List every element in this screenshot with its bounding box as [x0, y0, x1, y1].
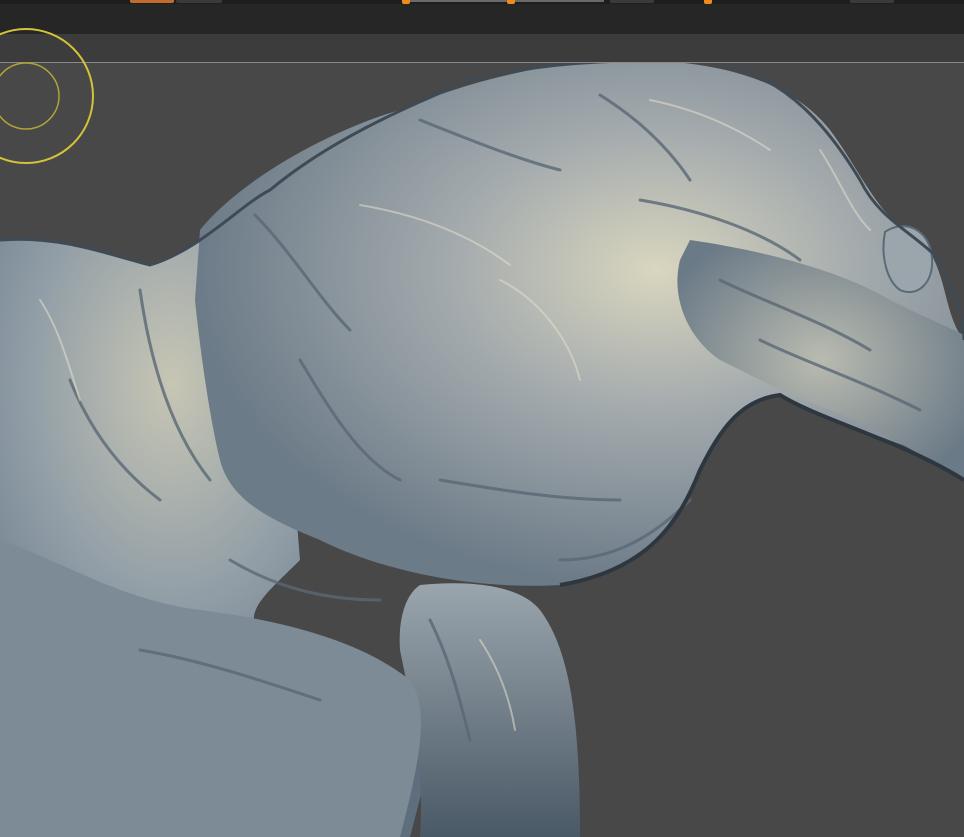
- top-toolbar: [0, 0, 964, 35]
- toolbar-button-right[interactable]: [850, 0, 894, 3]
- upper-arm: [399, 583, 580, 837]
- sculpt-model[interactable]: [0, 63, 964, 837]
- mode-button[interactable]: [176, 0, 222, 3]
- slider-value-handle[interactable]: [507, 0, 515, 4]
- canvas-viewport[interactable]: [0, 63, 964, 837]
- slider-track: [404, 0, 604, 2]
- toolbar-button[interactable]: [610, 0, 654, 3]
- slider-handle-right[interactable]: [704, 0, 712, 4]
- slider-min-handle[interactable]: [402, 0, 410, 4]
- active-mode-button[interactable]: [130, 0, 174, 3]
- sculpt-app: [0, 0, 964, 837]
- sub-toolbar: [0, 34, 964, 62]
